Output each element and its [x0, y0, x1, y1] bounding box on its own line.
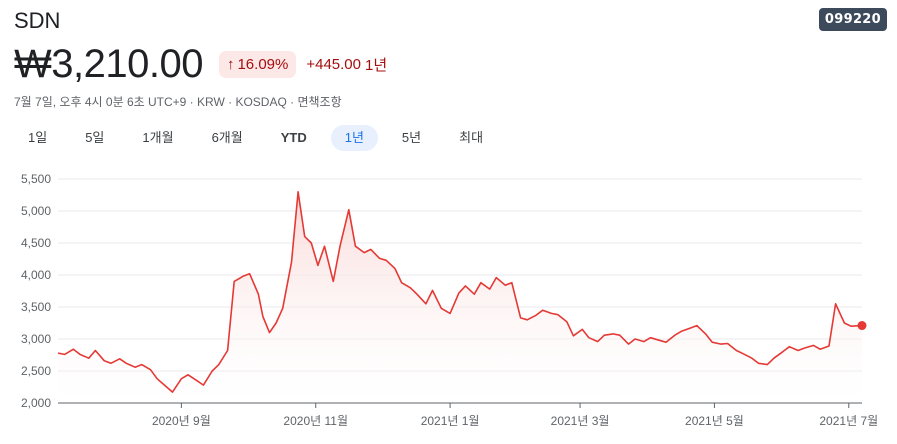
tab-1m[interactable]: 1개월	[128, 125, 187, 151]
tab-5d[interactable]: 5일	[71, 125, 118, 151]
y-tick-label: 3,000	[21, 332, 51, 346]
tab-1y[interactable]: 1년	[330, 125, 378, 151]
change-percent: 16.09%	[237, 56, 289, 73]
x-tick-label: 2021년 5월	[685, 414, 744, 428]
stock-code-badge: 099220	[818, 8, 887, 31]
tab-ytd[interactable]: YTD	[267, 125, 321, 151]
current-price: ₩3,210.00	[14, 42, 203, 86]
y-tick-label: 4,000	[21, 268, 51, 282]
tab-1d[interactable]: 1일	[14, 125, 61, 151]
last-price-dot	[857, 321, 867, 331]
x-tick-label: 2020년 11월	[283, 414, 348, 428]
tab-max[interactable]: 최대	[445, 125, 497, 151]
tab-5y[interactable]: 5년	[388, 125, 435, 151]
y-tick-label: 4,500	[21, 236, 51, 250]
arrow-up-icon: ↑	[226, 56, 235, 73]
x-tick-label: 2021년 1월	[421, 414, 480, 428]
y-tick-label: 5,000	[21, 204, 51, 218]
x-tick-label: 2021년 7월	[819, 414, 878, 428]
range-tabs: 1일 5일 1개월 6개월 YTD 1년 5년 최대	[14, 125, 507, 151]
y-tick-label: 3,500	[21, 300, 51, 314]
x-tick-label: 2021년 3월	[551, 414, 610, 428]
price-row: ₩3,210.00 ↑ 16.09% +445.00 1년	[14, 42, 387, 87]
price-chart[interactable]: 5,500 5,000 4,500 4,000 3,500 3,000 2,500 2,000…	[0, 160, 897, 444]
stock-name: SDN	[14, 8, 61, 33]
change-period: 1년	[364, 57, 388, 74]
quote-meta: 7월 7일, 오후 4시 0분 6초 UTC+9 · KRW · KOSDAQ …	[14, 95, 342, 109]
change-percent-badge: ↑ 16.09%	[218, 51, 297, 78]
y-tick-label: 2,500	[21, 364, 51, 378]
change-absolute: +445.00	[306, 56, 361, 73]
y-tick-label: 5,500	[21, 172, 51, 186]
tab-6m[interactable]: 6개월	[198, 125, 257, 151]
y-tick-label: 2,000	[21, 396, 51, 410]
x-tick-label: 2020년 9월	[152, 414, 211, 428]
